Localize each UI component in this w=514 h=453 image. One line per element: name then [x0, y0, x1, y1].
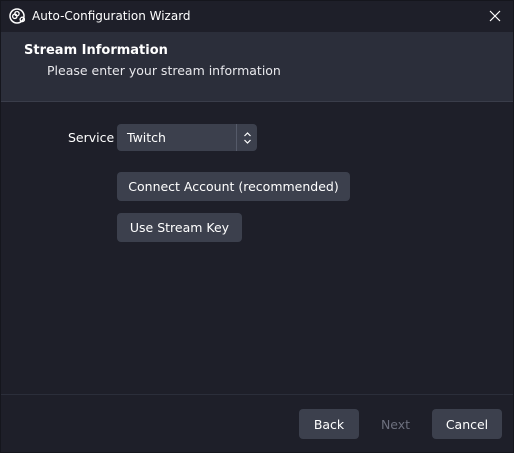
obs-logo-icon	[9, 8, 26, 24]
page-subtitle: Please enter your stream information	[47, 63, 281, 78]
connect-account-button[interactable]: Connect Account (recommended)	[117, 172, 350, 201]
back-button[interactable]: Back	[299, 409, 359, 439]
window-title: Auto-Configuration Wizard	[32, 9, 191, 23]
updown-arrows-icon	[236, 124, 257, 151]
use-stream-key-button[interactable]: Use Stream Key	[117, 213, 242, 242]
page-title: Stream Information	[24, 43, 168, 58]
service-select[interactable]: Twitch	[117, 124, 257, 151]
service-select-value: Twitch	[127, 130, 166, 145]
cancel-button[interactable]: Cancel	[432, 409, 502, 439]
close-icon	[489, 7, 501, 26]
wizard-header: Stream Information Please enter your str…	[1, 32, 513, 102]
service-label: Service	[68, 130, 115, 145]
close-button[interactable]	[477, 1, 513, 32]
footer-divider	[1, 394, 513, 395]
next-button: Next	[380, 416, 411, 432]
title-bar: Auto-Configuration Wizard	[1, 1, 513, 32]
wizard-window: Auto-Configuration Wizard Stream Informa…	[0, 0, 514, 453]
